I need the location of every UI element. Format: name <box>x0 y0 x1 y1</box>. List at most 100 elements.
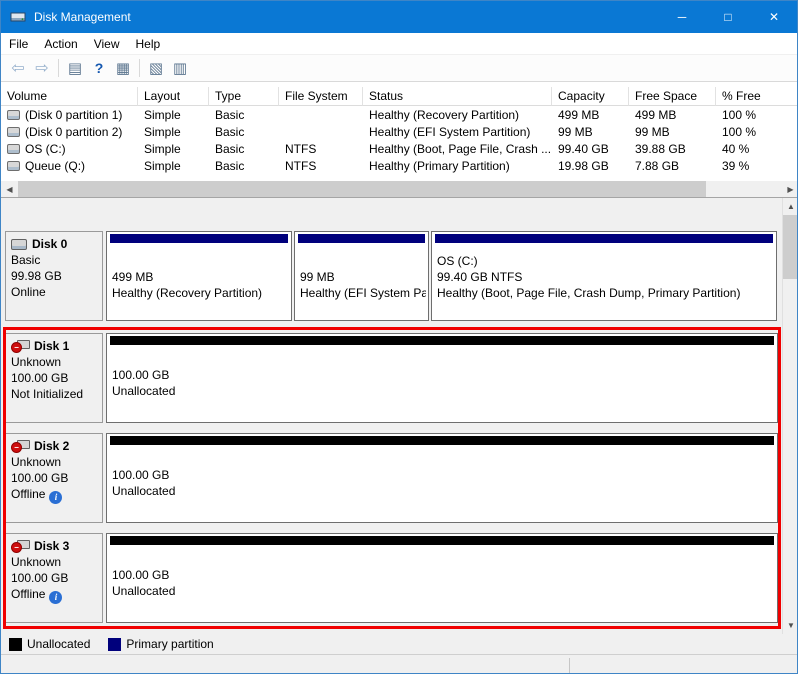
primary-partition-strip <box>110 234 288 243</box>
list-header: Volume Layout Type File System Status Ca… <box>1 87 798 106</box>
views-icon[interactable]: ▥ <box>168 57 192 79</box>
volume-status: Healthy (EFI System Partition) <box>363 125 552 139</box>
column-header-file-system[interactable]: File System <box>279 87 363 106</box>
disk-name: Disk 3 <box>34 538 69 554</box>
column-header-volume[interactable]: Volume <box>1 87 138 106</box>
drive-icon <box>7 127 20 137</box>
unallocated-region[interactable]: 100.00 GB Unallocated <box>106 333 778 423</box>
window-title: Disk Management <box>34 10 131 24</box>
volume-free-space: 39.88 GB <box>629 142 716 156</box>
help-icon[interactable]: ? <box>87 57 111 79</box>
legend-item-primary-partition: Primary partition <box>108 637 213 651</box>
disk-row-disk0: Disk 0 Basic 99.98 GB Online 499 MB Heal… <box>5 231 778 321</box>
disk-row-disk2: − Disk 2 Unknown 100.00 GB Offlinei 100.… <box>5 433 778 523</box>
disk-status: Offlinei <box>11 586 97 604</box>
column-header-layout[interactable]: Layout <box>138 87 209 106</box>
scroll-down-icon[interactable]: ▼ <box>783 617 798 634</box>
primary-partition-strip <box>435 234 773 243</box>
unallocated-region[interactable]: 100.00 GB Unallocated <box>106 433 778 523</box>
volume-row[interactable]: OS (C:) Simple Basic NTFS Healthy (Boot,… <box>1 140 798 157</box>
disk3-label-box[interactable]: − Disk 3 Unknown 100.00 GB Offlinei <box>5 533 103 623</box>
volume-name: OS (C:) <box>25 142 66 156</box>
partition-recovery[interactable]: 499 MB Healthy (Recovery Partition) <box>106 231 292 321</box>
disk1-label-box[interactable]: − Disk 1 Unknown 100.00 GB Not Initializ… <box>5 333 103 423</box>
partition-size: 499 MB <box>112 269 289 285</box>
partition-size: 100.00 GB <box>112 467 775 483</box>
primary-partition-swatch <box>108 638 121 651</box>
disk-row-disk3: − Disk 3 Unknown 100.00 GB Offlinei 100.… <box>5 533 778 623</box>
volume-capacity: 499 MB <box>552 108 629 122</box>
menu-action[interactable]: Action <box>36 33 85 55</box>
volume-layout: Simple <box>138 142 209 156</box>
status-bar <box>1 654 798 674</box>
menu-bar: File Action View Help <box>1 33 797 55</box>
legend-item-unallocated: Unallocated <box>9 637 90 651</box>
menu-view[interactable]: View <box>86 33 128 55</box>
disk2-label-box[interactable]: − Disk 2 Unknown 100.00 GB Offlinei <box>5 433 103 523</box>
disk-name: Disk 2 <box>34 438 69 454</box>
maximize-button[interactable]: □ <box>705 1 751 32</box>
column-header-pct-free[interactable]: % Free <box>716 87 798 106</box>
offline-info-icon[interactable]: i <box>49 491 62 504</box>
column-header-capacity[interactable]: Capacity <box>552 87 629 106</box>
toolbar: ⇦ ⇨ ▤ ? ▦ ▧ ▥ <box>1 55 797 82</box>
offline-info-icon[interactable]: i <box>49 591 62 604</box>
drive-icon <box>7 110 20 120</box>
vertical-scrollbar[interactable]: ▲ ▼ <box>782 198 798 634</box>
disk-size: 99.98 GB <box>11 268 97 284</box>
column-header-type[interactable]: Type <box>209 87 279 106</box>
partition-status: Healthy (EFI System Pa <box>300 285 426 301</box>
action-pane-icon[interactable]: ▧ <box>144 57 168 79</box>
disk-error-icon: − <box>11 440 30 453</box>
close-button[interactable]: ✕ <box>751 1 797 32</box>
caption-buttons: ─ □ ✕ <box>659 1 797 33</box>
partition-os-c[interactable]: OS (C:) 99.40 GB NTFS Healthy (Boot, Pag… <box>431 231 777 321</box>
volume-pct-free: 100 % <box>716 125 798 139</box>
disk-name: Disk 0 <box>32 236 67 252</box>
volume-row[interactable]: Queue (Q:) Simple Basic NTFS Healthy (Pr… <box>1 157 798 174</box>
column-header-free-space[interactable]: Free Space <box>629 87 716 106</box>
volume-status: Healthy (Boot, Page File, Crash ... <box>363 142 552 156</box>
disk-kind: Basic <box>11 252 97 268</box>
menu-file[interactable]: File <box>1 33 36 55</box>
minimize-button[interactable]: ─ <box>659 1 705 32</box>
partition-status: Healthy (Boot, Page File, Crash Dump, Pr… <box>437 285 774 301</box>
volume-free-space: 99 MB <box>629 125 716 139</box>
vertical-scrollbar-thumb[interactable] <box>783 215 798 279</box>
forward-icon[interactable]: ⇨ <box>30 57 54 79</box>
column-header-status[interactable]: Status <box>363 87 552 106</box>
scroll-right-icon[interactable]: ▶ <box>782 181 798 197</box>
disk-size: 100.00 GB <box>11 370 97 386</box>
horizontal-scrollbar[interactable]: ◀ ▶ <box>1 181 798 198</box>
horizontal-scrollbar-thumb[interactable] <box>18 181 706 197</box>
disk-kind: Unknown <box>11 554 97 570</box>
disk-size: 100.00 GB <box>11 570 97 586</box>
volume-type: Basic <box>209 108 279 122</box>
volume-row[interactable]: (Disk 0 partition 1) Simple Basic Health… <box>1 106 798 123</box>
toolbar-separator <box>58 59 59 77</box>
disk-kind: Unknown <box>11 354 97 370</box>
properties-icon[interactable]: ▦ <box>111 57 135 79</box>
scroll-up-icon[interactable]: ▲ <box>783 198 798 215</box>
disk0-label-box[interactable]: Disk 0 Basic 99.98 GB Online <box>5 231 103 321</box>
toolbar-separator <box>139 59 140 77</box>
volume-layout: Simple <box>138 125 209 139</box>
volume-free-space: 499 MB <box>629 108 716 122</box>
partition-title: OS (C:) <box>437 253 774 269</box>
partition-efi[interactable]: 99 MB Healthy (EFI System Pa <box>294 231 429 321</box>
scroll-left-icon[interactable]: ◀ <box>1 181 18 197</box>
volume-name: (Disk 0 partition 2) <box>25 125 122 139</box>
show-console-tree-icon[interactable]: ▤ <box>63 57 87 79</box>
disk3-partitions: 100.00 GB Unallocated <box>106 533 778 623</box>
back-icon[interactable]: ⇦ <box>6 57 30 79</box>
partition-size: 99 MB <box>300 269 426 285</box>
partition-status: Unallocated <box>112 483 775 499</box>
drive-icon <box>7 144 20 154</box>
volume-pct-free: 100 % <box>716 108 798 122</box>
volume-row[interactable]: (Disk 0 partition 2) Simple Basic Health… <box>1 123 798 140</box>
unallocated-region[interactable]: 100.00 GB Unallocated <box>106 533 778 623</box>
menu-help[interactable]: Help <box>128 33 169 55</box>
partition-size: 100.00 GB <box>112 567 775 583</box>
volume-free-space: 7.88 GB <box>629 159 716 173</box>
volume-type: Basic <box>209 159 279 173</box>
